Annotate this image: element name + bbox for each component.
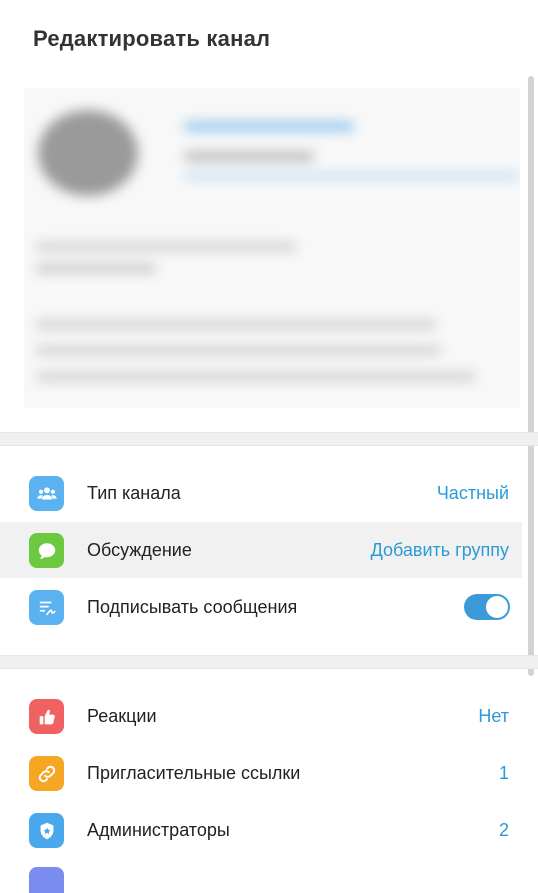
row-value: Добавить группу bbox=[370, 540, 509, 560]
sign-messages-row[interactable]: Подписывать сообщения bbox=[0, 579, 522, 635]
row-label: Администраторы bbox=[87, 820, 230, 840]
channel-info-blurred bbox=[24, 88, 520, 408]
row-value: Нет bbox=[478, 706, 509, 726]
page-title: Редактировать канал bbox=[33, 26, 271, 51]
section-divider bbox=[0, 655, 538, 669]
link-icon bbox=[29, 756, 64, 791]
row-value: Частный bbox=[436, 483, 509, 503]
channel-type-row[interactable]: Тип канала Частный bbox=[0, 465, 522, 521]
chat-bubble-icon bbox=[29, 533, 64, 568]
row-label: Пригласительные ссылки bbox=[87, 763, 301, 783]
row-value: 1 bbox=[498, 763, 509, 783]
people-icon bbox=[29, 476, 64, 511]
section-divider bbox=[0, 432, 538, 446]
dialog-header: Редактировать канал bbox=[0, 0, 538, 80]
discussion-row[interactable]: Обсуждение Добавить группу bbox=[0, 522, 522, 578]
row-label: Тип канала bbox=[87, 483, 181, 503]
row-value: 2 bbox=[498, 820, 509, 840]
row-label: Реакции bbox=[87, 706, 157, 726]
next-row-icon bbox=[29, 867, 64, 893]
sign-messages-toggle[interactable] bbox=[464, 594, 510, 620]
thumbs-up-icon bbox=[29, 699, 64, 734]
row-label: Обсуждение bbox=[87, 540, 192, 560]
scrollbar[interactable] bbox=[528, 76, 534, 676]
row-label: Подписывать сообщения bbox=[87, 597, 298, 617]
admin-badge-icon bbox=[29, 813, 64, 848]
reactions-row[interactable]: Реакции Нет bbox=[0, 688, 522, 744]
toggle-knob bbox=[486, 596, 508, 618]
signature-icon bbox=[29, 590, 64, 625]
invite-links-row[interactable]: Пригласительные ссылки 1 bbox=[0, 745, 522, 801]
administrators-row[interactable]: Администраторы 2 bbox=[0, 802, 522, 858]
